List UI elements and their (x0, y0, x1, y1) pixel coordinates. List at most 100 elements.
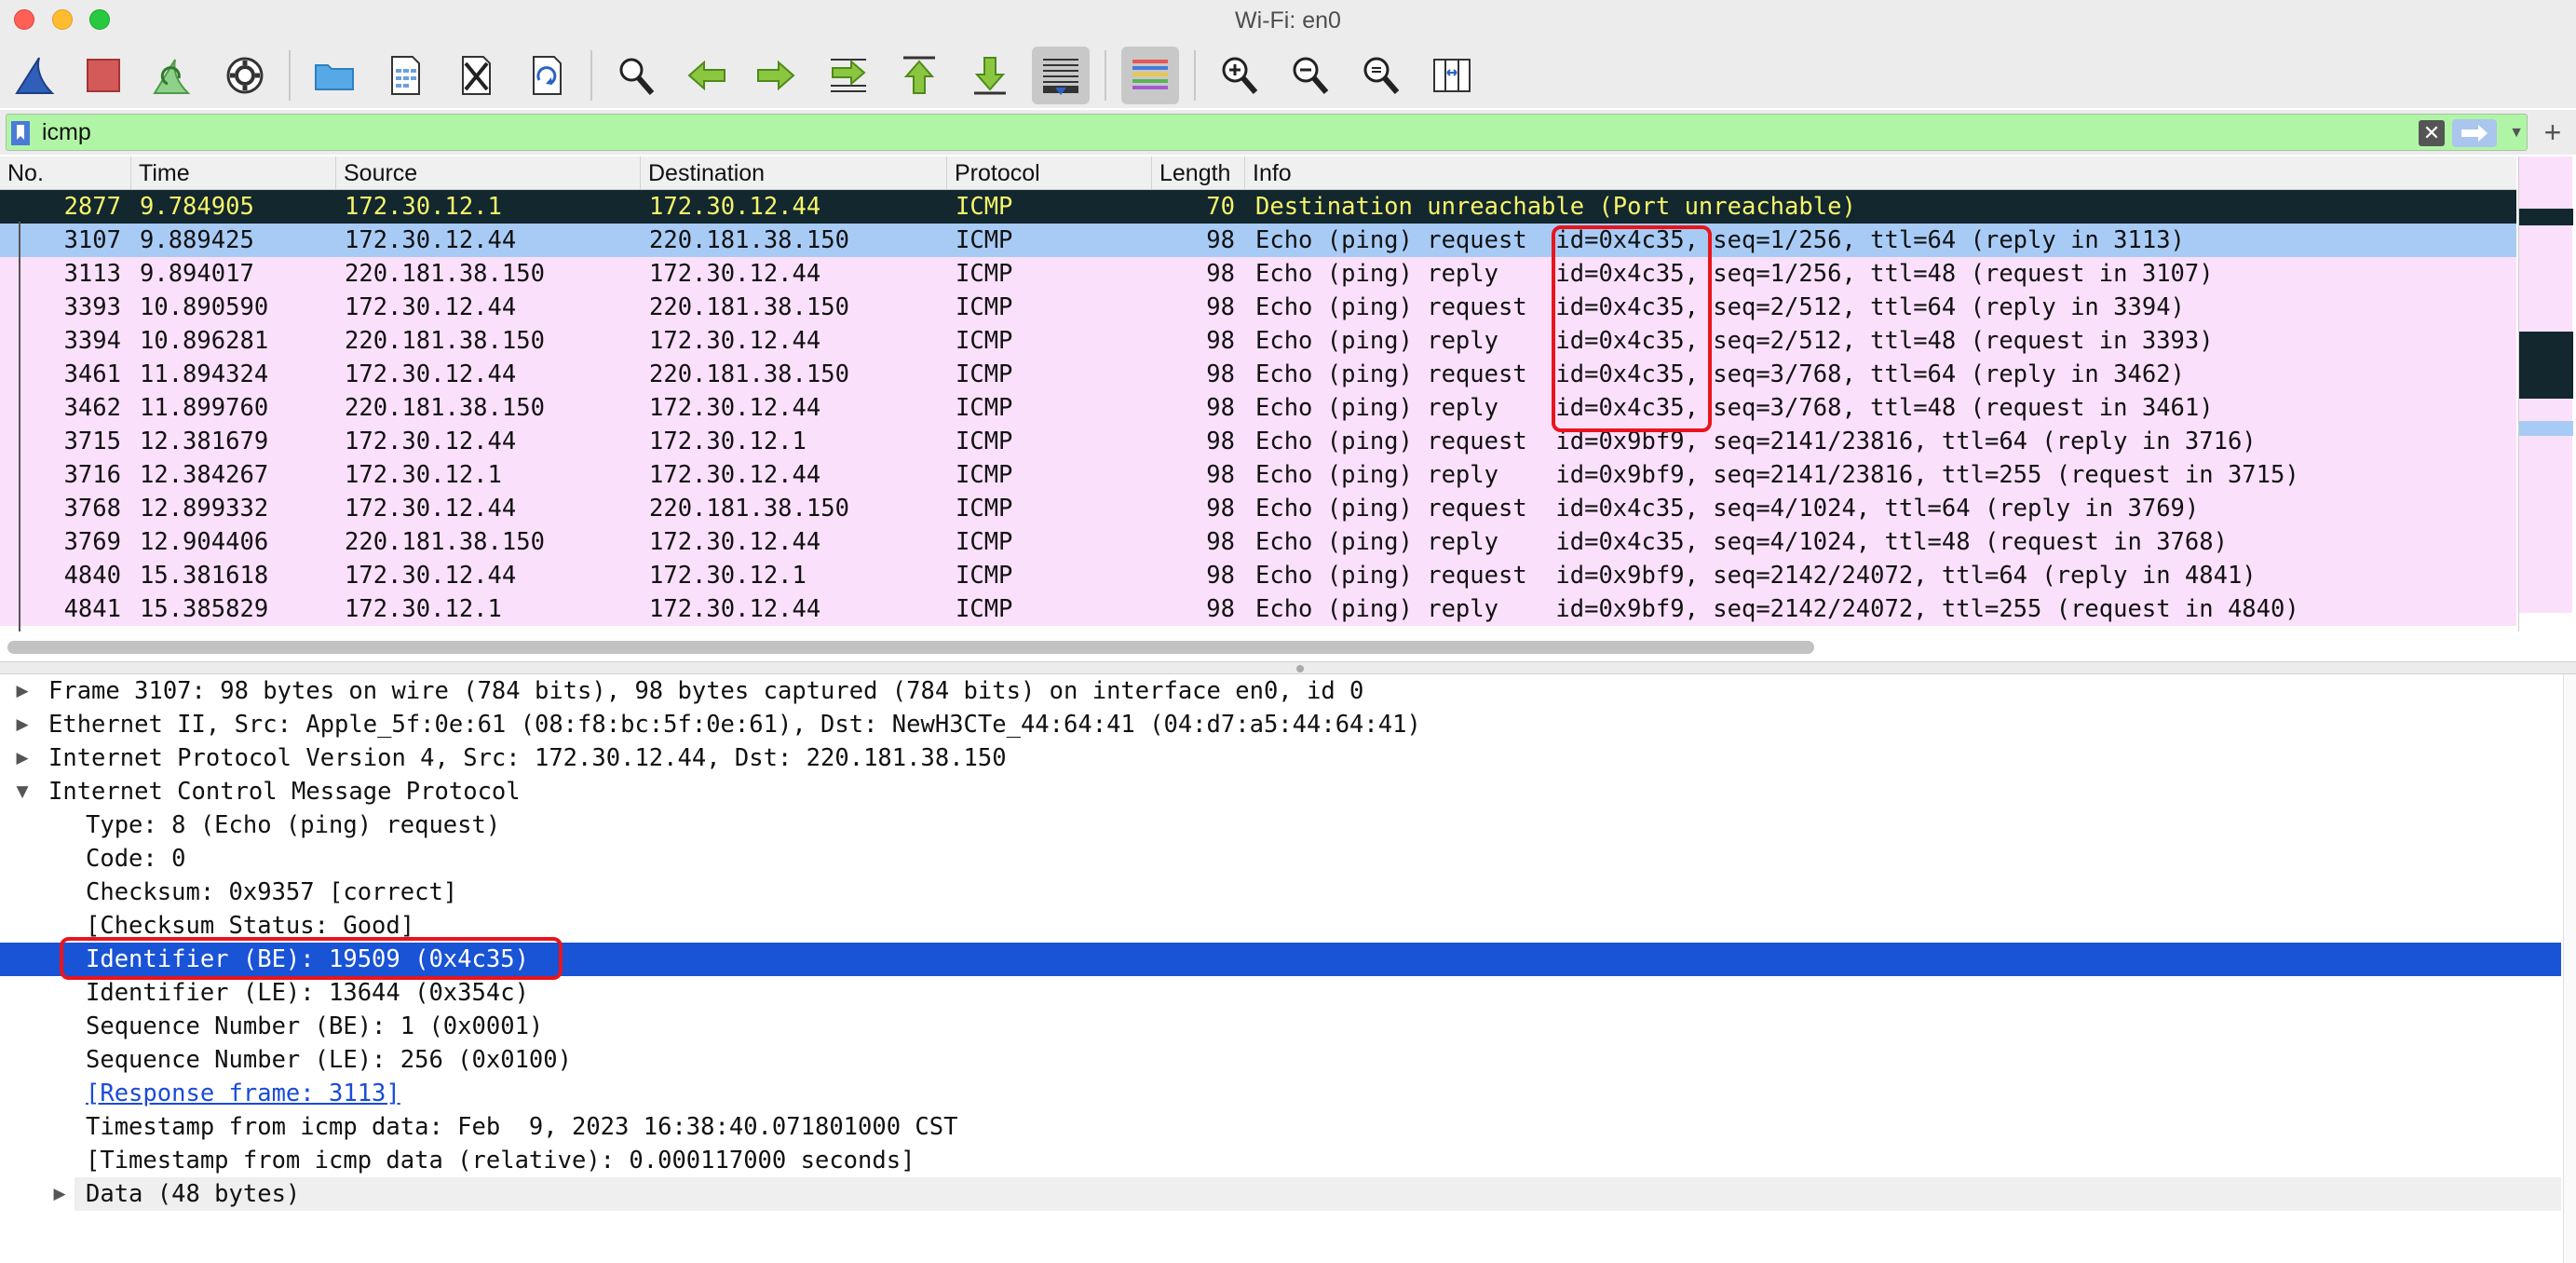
column-header-no[interactable]: No. (0, 156, 130, 190)
cell-length: 98 (1206, 428, 1235, 455)
clear-filter-icon[interactable]: ✕ (2419, 120, 2445, 146)
detail-icmp-seq-le[interactable]: Sequence Number (LE): 256 (0x0100) (0, 1043, 2561, 1077)
hscroll-thumb[interactable] (7, 641, 1814, 654)
detail-frame[interactable]: ▶ Frame 3107: 98 bytes on wire (784 bits… (0, 674, 2561, 708)
cell-info: Echo (ping) reply id=0x4c35, seq=1/256, … (1255, 260, 2214, 288)
table-row[interactable]: 3769 12.904406 220.181.38.150 172.30.12.44 I… (0, 525, 2516, 559)
auto-scroll-button[interactable] (1032, 47, 1090, 104)
expand-arrow-icon[interactable]: ▶ (11, 741, 34, 775)
cell-info: Echo (ping) request id=0x4c35, seq=4/102… (1255, 495, 2200, 523)
normal-size-icon (1363, 57, 1400, 94)
table-row[interactable]: 4840 15.381618 172.30.12.44 172.30.12.1 ICMP… (0, 559, 2516, 592)
detail-icmp[interactable]: ▼ Internet Control Message Protocol (0, 775, 2561, 808)
detail-icmp-checksum[interactable]: Checksum: 0x9357 [correct] (0, 876, 2561, 909)
stop-capture-button[interactable] (75, 47, 132, 104)
detail-icmp-type[interactable]: Type: 8 (Echo (ping) request) (0, 808, 2561, 842)
go-to-packet-button[interactable] (820, 47, 877, 104)
cell-protocol: ICMP (956, 562, 1013, 590)
table-row[interactable]: 3393 10.890590 172.30.12.44 220.181.38.150 I… (0, 291, 2516, 324)
table-row[interactable]: 4841 15.385829 172.30.12.1 172.30.12.44 ICMP… (0, 592, 2516, 626)
column-header-info[interactable]: Info (1244, 156, 2516, 190)
resize-columns-button[interactable] (1423, 47, 1481, 104)
filter-history-dropdown[interactable]: ▼ (2506, 122, 2527, 144)
cell-info: Echo (ping) reply id=0x9bf9, seq=2142/24… (1255, 595, 2299, 623)
open-file-button[interactable] (305, 47, 363, 104)
cell-source: 172.30.12.44 (345, 428, 517, 455)
toolbar-separator (590, 50, 592, 101)
expand-arrow-icon[interactable]: ▶ (48, 1177, 71, 1211)
cell-source: 172.30.12.44 (345, 226, 517, 254)
detail-icmp-timestamp[interactable]: Timestamp from icmp data: Feb 9, 2023 16… (0, 1110, 2561, 1144)
go-forward-button[interactable] (747, 47, 805, 104)
table-row[interactable]: 3113 9.894017 220.181.38.150 172.30.12.44 IC… (0, 257, 2516, 291)
add-filter-button[interactable]: + (2539, 114, 2567, 151)
filter-input[interactable] (42, 115, 2370, 150)
cell-length: 98 (1206, 226, 1235, 254)
save-file-button[interactable] (376, 47, 434, 104)
go-first-button[interactable] (890, 47, 948, 104)
bookmark-icon[interactable] (10, 120, 31, 146)
splitter-handle[interactable] (1296, 665, 1304, 672)
table-row[interactable]: 3461 11.894324 172.30.12.44 220.181.38.150 I… (0, 358, 2516, 391)
apply-filter-button[interactable] (2452, 119, 2497, 147)
pane-splitter[interactable] (0, 661, 2576, 674)
packet-list-minimap[interactable] (2518, 156, 2573, 632)
go-last-button[interactable] (961, 47, 1019, 104)
zoom-out-button[interactable] (1281, 47, 1339, 104)
cell-info: Destination unreachable (Port unreachabl… (1255, 193, 1856, 221)
related-packets-line (19, 222, 20, 632)
table-row[interactable]: 3394 10.896281 220.181.38.150 172.30.12.44 I… (0, 324, 2516, 358)
table-row[interactable]: 2877 9.784905 172.30.12.1 172.30.12.44 ICMP 7… (0, 190, 2516, 224)
detail-icmp-checksum-status[interactable]: [Checksum Status: Good] (0, 909, 2561, 943)
start-capture-icon (15, 57, 55, 94)
arrow-right-icon (2461, 125, 2488, 142)
zoom-in-button[interactable] (1211, 47, 1268, 104)
table-row[interactable]: 3462 11.899760 220.181.38.150 172.30.12.44 I… (0, 391, 2516, 425)
detail-ethernet[interactable]: ▶ Ethernet II, Src: Apple_5f:0e:61 (08:f… (0, 708, 2561, 741)
cell-destination: 172.30.12.44 (649, 260, 821, 288)
cell-length: 98 (1206, 528, 1235, 556)
cell-length: 98 (1206, 360, 1235, 388)
detail-icmp-code[interactable]: Code: 0 (0, 842, 2561, 876)
detail-response-frame-link[interactable]: [Response frame: 3113] (0, 1077, 2561, 1110)
column-header-destination[interactable]: Destination (640, 156, 946, 190)
packet-list-hscrollbar[interactable] (0, 633, 2516, 661)
detail-icmp-timestamp-relative[interactable]: [Timestamp from icmp data (relative): 0.… (0, 1144, 2561, 1177)
close-file-button[interactable] (447, 47, 505, 104)
title-bar: Wi-Fi: en0 (0, 0, 2576, 41)
minimap-error-marker (2519, 209, 2573, 225)
table-row[interactable]: 3715 12.381679 172.30.12.44 172.30.12.1 ICMP… (0, 425, 2516, 458)
cell-info: Echo (ping) request id=0x9bf9, seq=2141/… (1255, 428, 2257, 455)
cell-source: 172.30.12.44 (345, 495, 517, 523)
minimap-empty (2519, 613, 2573, 632)
expand-arrow-icon[interactable]: ▶ (11, 674, 34, 708)
detail-icmp-identifier-be[interactable]: Identifier (BE): 19509 (0x4c35) (0, 943, 2561, 976)
detail-ipv4[interactable]: ▶ Internet Protocol Version 4, Src: 172.… (0, 741, 2561, 775)
restart-capture-button[interactable] (143, 47, 201, 104)
column-header-time[interactable]: Time (130, 156, 335, 190)
table-row[interactable]: 3716 12.384267 172.30.12.1 172.30.12.44 ICMP… (0, 458, 2516, 492)
collapse-arrow-icon[interactable]: ▼ (11, 775, 34, 808)
detail-icmp-seq-be[interactable]: Sequence Number (BE): 1 (0x0001) (0, 1010, 2561, 1043)
details-vscrollbar[interactable] (2563, 674, 2576, 1263)
column-header-length[interactable]: Length (1151, 156, 1244, 190)
colorize-button[interactable] (1121, 47, 1179, 104)
capture-options-button[interactable] (216, 47, 274, 104)
expand-arrow-icon[interactable]: ▶ (11, 708, 34, 741)
normal-size-button[interactable] (1352, 47, 1410, 104)
detail-icmp-identifier-le[interactable]: Identifier (LE): 13644 (0x354c) (0, 976, 2561, 1010)
go-back-button[interactable] (678, 47, 736, 104)
restart-capture-icon (153, 59, 191, 94)
start-capture-button[interactable] (6, 47, 63, 104)
column-header-protocol[interactable]: Protocol (946, 156, 1151, 190)
cell-length: 98 (1206, 293, 1235, 321)
table-row[interactable]: 3768 12.899332 172.30.12.44 220.181.38.150 I… (0, 492, 2516, 525)
find-packet-button[interactable] (607, 47, 665, 104)
packet-details-pane: ▶ Frame 3107: 98 bytes on wire (784 bits… (0, 674, 2561, 1263)
go-forward-icon (757, 60, 795, 91)
column-header-source[interactable]: Source (335, 156, 640, 190)
zoom-in-icon (1222, 57, 1258, 94)
reload-file-button[interactable] (518, 47, 576, 104)
table-row[interactable]: 3107 9.889425 172.30.12.44 220.181.38.150 IC… (0, 224, 2516, 257)
detail-data[interactable]: ▶ Data (48 bytes) (53, 1177, 2561, 1211)
